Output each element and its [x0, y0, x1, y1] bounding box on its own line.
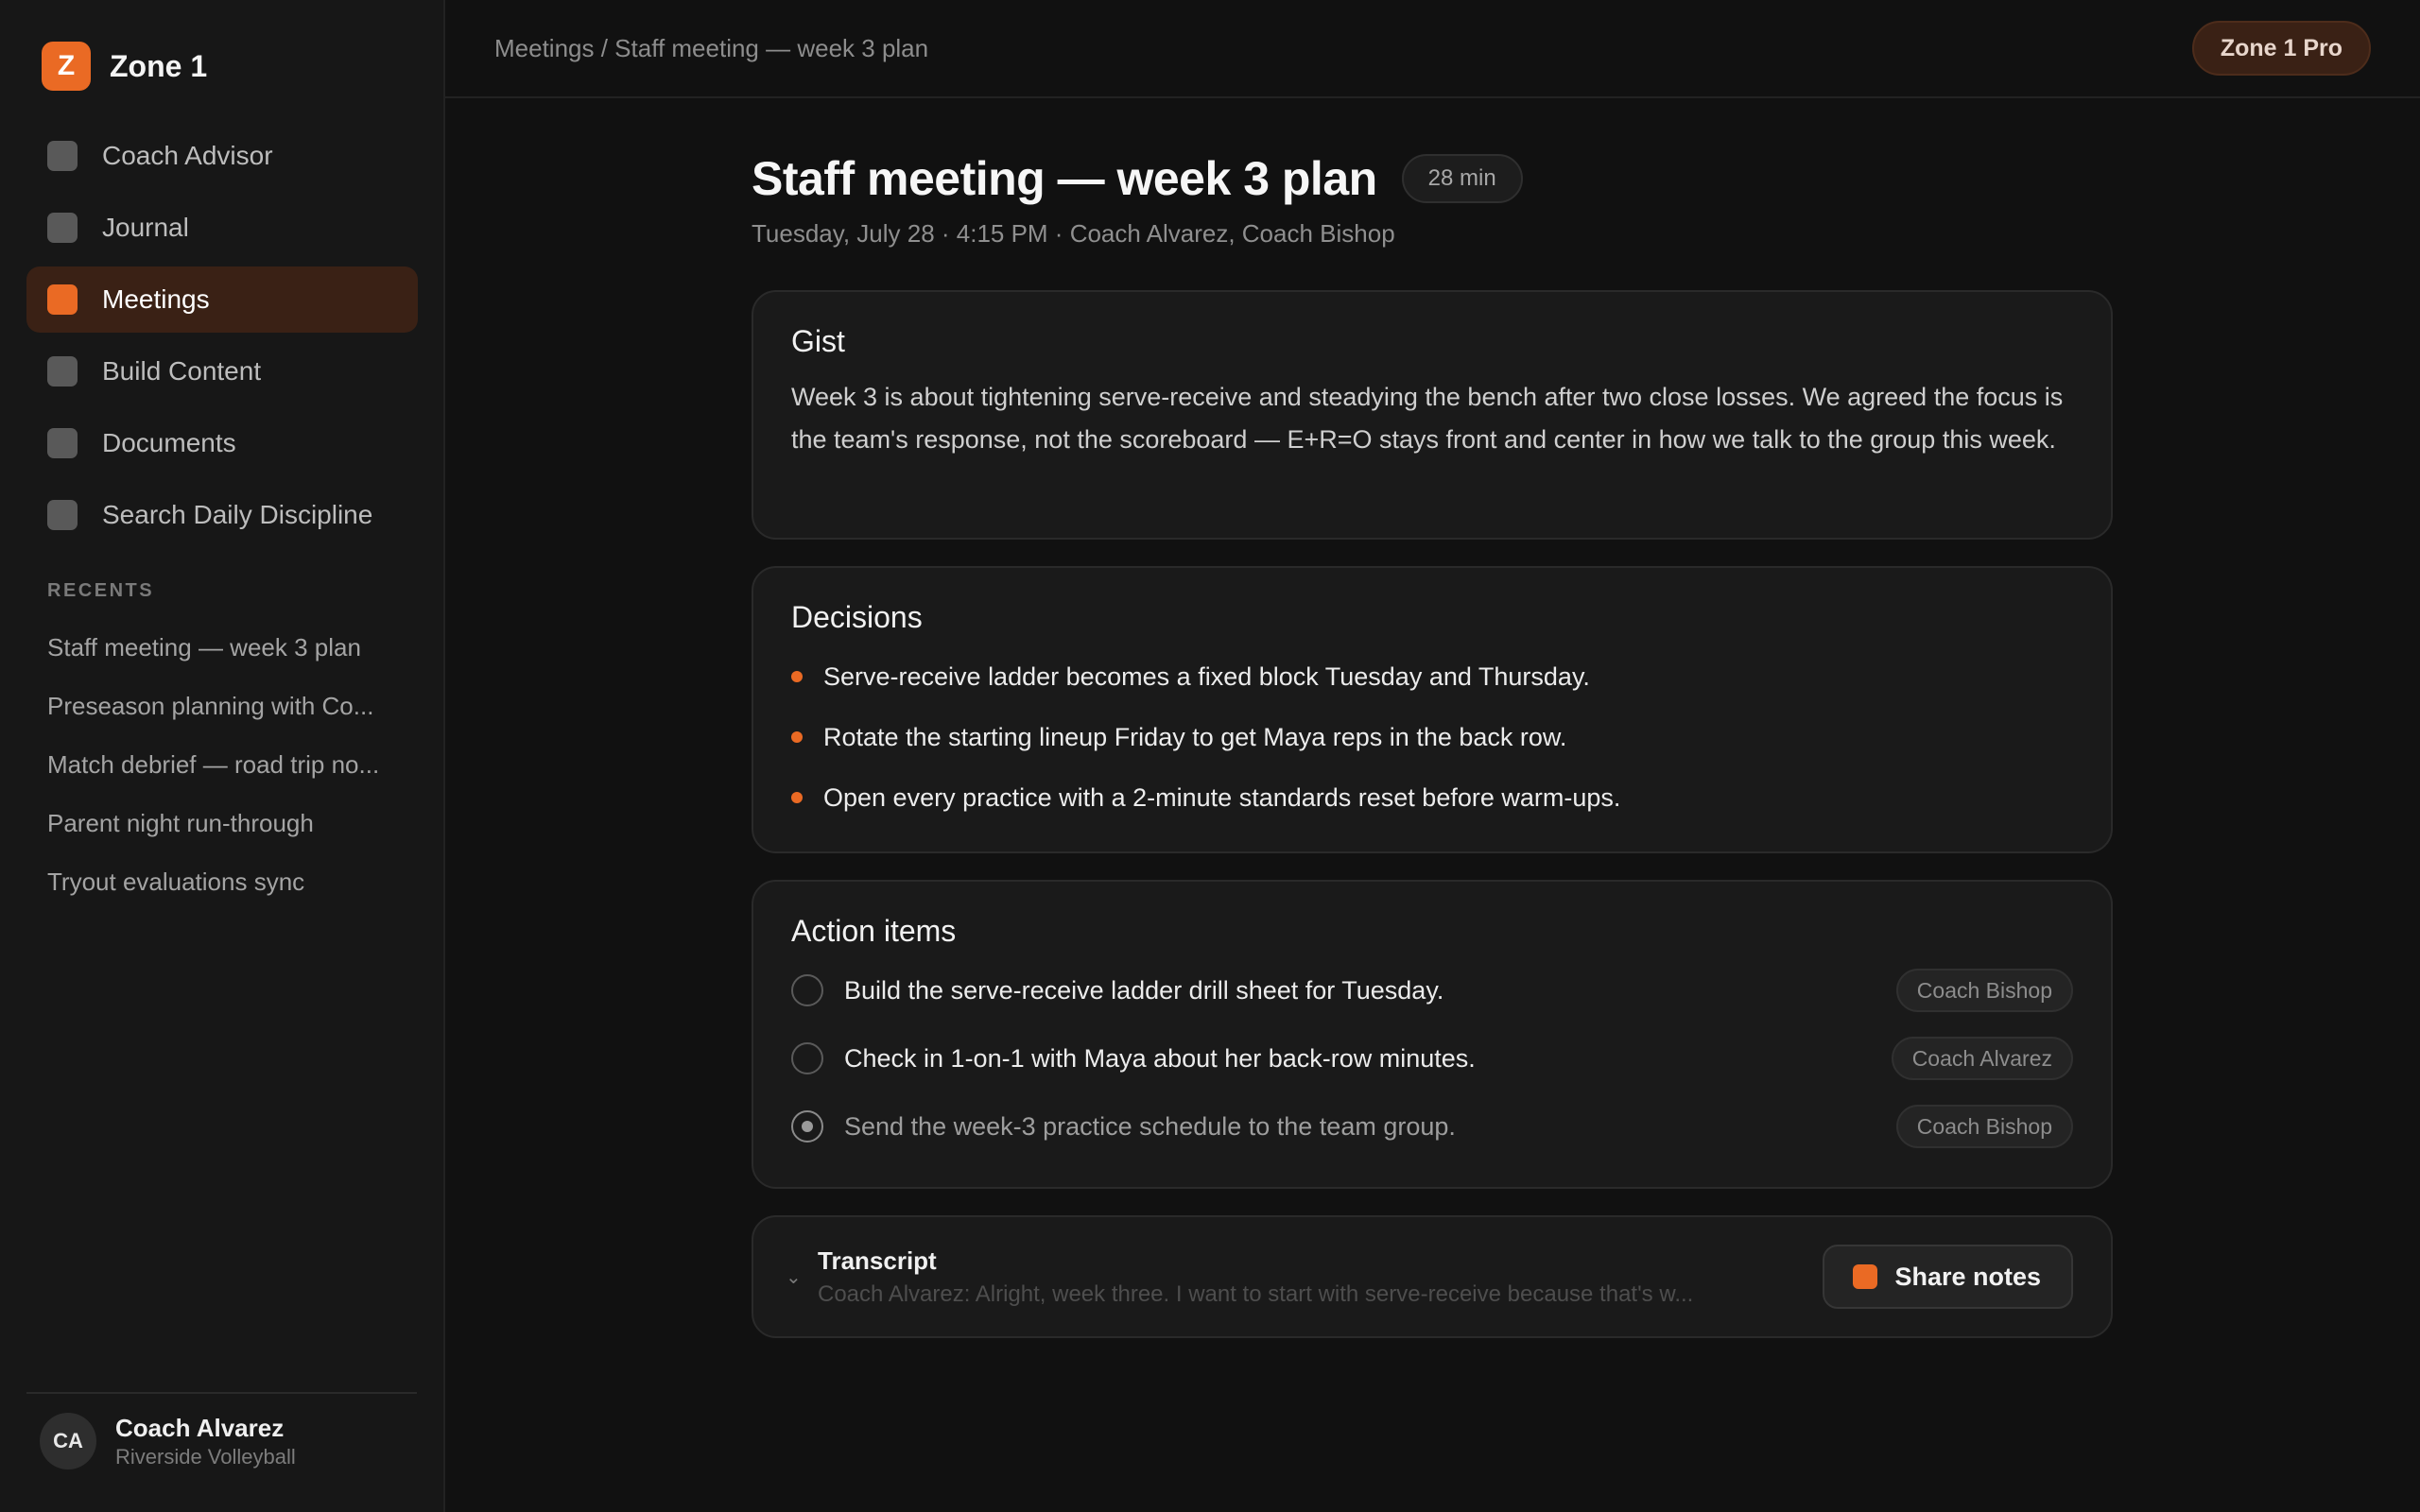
sidebar: Z Zone 1 Coach Advisor Journal Meetings … — [0, 0, 445, 1512]
gist-text: Week 3 is about tightening serve-receive… — [791, 383, 2064, 454]
meeting-content: Staff meeting — week 3 plan 28 min Tuesd… — [752, 98, 2113, 1338]
checked-dot-icon — [802, 1121, 813, 1132]
action-checkbox[interactable] — [791, 1042, 823, 1074]
decision-list: Serve-receive ladder becomes a fixed blo… — [791, 646, 2073, 828]
plan-badge[interactable]: Zone 1 Pro — [2191, 21, 2371, 76]
transcript-heading: Transcript — [818, 1246, 937, 1275]
sidebar-item-documents[interactable]: Documents — [26, 410, 418, 476]
main-panel: Meetings / Staff meeting — week 3 plan Z… — [445, 0, 2420, 1512]
sidebar-nav: Coach Advisor Journal Meetings Build Con… — [26, 123, 418, 554]
recent-item[interactable]: Preseason planning with Co... — [47, 684, 406, 743]
share-notes-button[interactable]: Share notes — [1823, 1245, 2073, 1309]
transcript-body: Transcript Coach Alvarez: Alright, week … — [818, 1246, 1800, 1308]
action-item: Send the week-3 practice schedule to the… — [791, 1092, 2073, 1160]
chevron-down-icon[interactable]: ⌄ — [786, 1265, 804, 1289]
action-text: Build the serve-receive ladder drill she… — [844, 975, 1444, 1005]
avatar: CA — [40, 1413, 96, 1469]
action-item: Build the serve-receive ladder drill she… — [791, 956, 2073, 1024]
action-item: Check in 1-on-1 with Maya about her back… — [791, 1024, 2073, 1092]
user-name: Coach Alvarez — [115, 1413, 285, 1442]
decision-item: Serve-receive ladder becomes a fixed blo… — [791, 646, 2073, 707]
page-title: Staff meeting — week 3 plan — [752, 152, 1377, 205]
journal-icon — [47, 213, 78, 243]
action-items-heading: Action items — [791, 914, 957, 948]
action-items-card: Action items Build the serve-receive lad… — [752, 880, 2113, 1189]
sidebar-item-label: Documents — [102, 428, 236, 457]
decision-text: Rotate the starting lineup Friday to get… — [823, 722, 1567, 751]
share-notes-label: Share notes — [1894, 1262, 2041, 1291]
sidebar-item-build-content[interactable]: Build Content — [26, 338, 418, 404]
decisions-heading: Decisions — [791, 600, 923, 634]
share-icon — [1853, 1264, 1878, 1289]
decision-text: Serve-receive ladder becomes a fixed blo… — [823, 662, 1590, 691]
meetings-icon — [47, 284, 78, 315]
recent-item[interactable]: Parent night run-through — [47, 801, 406, 860]
sidebar-item-label: Search Daily Discipline — [102, 500, 373, 529]
sidebar-item-label: Coach Advisor — [102, 141, 273, 170]
brand[interactable]: Z Zone 1 — [42, 42, 207, 91]
gist-card: Gist Week 3 is about tightening serve-re… — [752, 290, 2113, 540]
title-row: Staff meeting — week 3 plan 28 min — [752, 151, 2113, 206]
coach-advisor-icon — [47, 141, 78, 171]
recents-heading: RECENTS — [47, 580, 155, 601]
duration-badge: 28 min — [1401, 154, 1523, 203]
build-content-icon — [47, 356, 78, 387]
sidebar-item-journal[interactable]: Journal — [26, 195, 418, 261]
user-profile[interactable]: CA Coach Alvarez Riverside Volleyball — [26, 1392, 417, 1469]
bullet-icon — [791, 731, 803, 743]
sidebar-item-coach-advisor[interactable]: Coach Advisor — [26, 123, 418, 189]
bullet-icon — [791, 671, 803, 682]
decision-item: Open every practice with a 2-minute stan… — [791, 767, 2073, 828]
assignee-badge: Coach Bishop — [1895, 969, 2073, 1012]
sidebar-item-label: Build Content — [102, 356, 262, 386]
transcript-card[interactable]: ⌄ Transcript Coach Alvarez: Alright, wee… — [752, 1215, 2113, 1338]
assignee-badge: Coach Alvarez — [1891, 1037, 2073, 1080]
user-org: Riverside Volleyball — [115, 1444, 296, 1469]
search-daily-discipline-icon — [47, 500, 78, 530]
recent-item[interactable]: Tryout evaluations sync — [47, 860, 406, 919]
action-checkbox[interactable] — [791, 1110, 823, 1143]
action-text: Send the week-3 practice schedule to the… — [844, 1111, 1456, 1141]
bullet-icon — [791, 792, 803, 803]
topbar: Meetings / Staff meeting — week 3 plan Z… — [445, 0, 2420, 98]
sidebar-item-meetings[interactable]: Meetings — [26, 266, 418, 333]
recents-list: Staff meeting — week 3 plan Preseason pl… — [47, 626, 406, 919]
sidebar-item-label: Journal — [102, 213, 189, 242]
action-text: Check in 1-on-1 with Maya about her back… — [844, 1043, 1476, 1073]
meeting-meta: Tuesday, July 28 · 4:15 PM · Coach Alvar… — [752, 219, 1395, 248]
sidebar-item-search-daily-discipline[interactable]: Search Daily Discipline — [26, 482, 418, 548]
sidebar-item-label: Meetings — [102, 284, 210, 314]
decision-item: Rotate the starting lineup Friday to get… — [791, 707, 2073, 767]
recent-item[interactable]: Match debrief — road trip no... — [47, 743, 406, 801]
decisions-card: Decisions Serve-receive ladder becomes a… — [752, 566, 2113, 853]
action-checkbox[interactable] — [791, 974, 823, 1006]
documents-icon — [47, 428, 78, 458]
action-list: Build the serve-receive ladder drill she… — [791, 956, 2073, 1160]
breadcrumb[interactable]: Meetings / Staff meeting — week 3 plan — [494, 34, 928, 63]
brand-logo-icon: Z — [42, 42, 91, 91]
transcript-preview: Coach Alvarez: Alright, week three. I wa… — [818, 1280, 1694, 1307]
recent-item[interactable]: Staff meeting — week 3 plan — [47, 626, 406, 684]
assignee-badge: Coach Bishop — [1895, 1105, 2073, 1148]
brand-name: Zone 1 — [110, 48, 208, 83]
gist-heading: Gist — [791, 324, 845, 358]
decision-text: Open every practice with a 2-minute stan… — [823, 782, 1621, 812]
user-info: Coach Alvarez Riverside Volleyball — [115, 1414, 296, 1469]
app-root: Z Zone 1 Coach Advisor Journal Meetings … — [0, 0, 2420, 1512]
